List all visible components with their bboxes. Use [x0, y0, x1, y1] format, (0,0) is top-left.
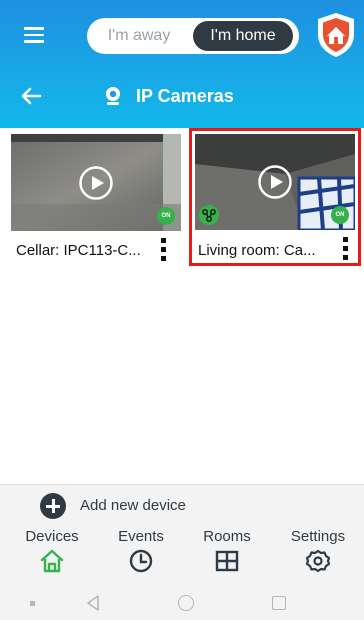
mode-toggle[interactable]: I'm away I'm home	[87, 18, 299, 54]
home-icon	[40, 549, 64, 573]
system-menu-icon[interactable]	[30, 601, 35, 606]
nav-rooms[interactable]: Rooms	[187, 527, 267, 573]
nav-settings[interactable]: Settings	[278, 527, 358, 573]
status-on-badge: ON	[157, 207, 175, 225]
system-home-icon[interactable]	[178, 595, 194, 611]
camera-card-living-room[interactable]: ON Living room: Ca...	[189, 128, 361, 266]
security-shield-icon[interactable]	[316, 12, 356, 58]
mode-home-option[interactable]: I'm home	[193, 21, 293, 51]
play-icon[interactable]	[78, 165, 114, 201]
camera-thumbnail[interactable]: ON	[195, 134, 355, 230]
grid-icon	[215, 550, 239, 572]
page-title: IP Cameras	[136, 86, 234, 106]
plus-icon[interactable]	[40, 493, 66, 519]
menu-icon[interactable]	[24, 27, 44, 43]
gear-icon	[305, 549, 331, 573]
play-icon[interactable]	[257, 164, 293, 200]
system-recents-icon[interactable]	[272, 596, 286, 610]
camera-thumbnail[interactable]: ON	[11, 134, 181, 231]
nav-events-label: Events	[118, 528, 164, 545]
status-on-badge: ON	[331, 206, 349, 224]
camera-card-cellar[interactable]: ON Cellar: IPC113-C...	[11, 134, 181, 266]
linked-automation-icon	[199, 205, 219, 225]
nav-settings-label: Settings	[290, 528, 346, 545]
nav-rooms-label: Rooms	[203, 528, 251, 545]
more-options-icon[interactable]	[161, 238, 167, 264]
nav-devices[interactable]: Devices	[12, 527, 92, 573]
camera-name-label: Living room: Ca...	[198, 242, 316, 259]
system-navigation-bar	[0, 585, 364, 620]
camera-name-label: Cellar: IPC113-C...	[16, 242, 141, 259]
back-arrow-icon[interactable]	[20, 86, 42, 106]
mode-away-option[interactable]: I'm away	[87, 18, 191, 54]
ip-camera-icon	[106, 87, 120, 105]
system-back-icon[interactable]	[86, 595, 100, 611]
nav-devices-label: Devices	[25, 528, 79, 545]
bottom-panel: Add new device Devices Events Rooms Sett…	[0, 484, 364, 620]
add-new-device-label: Add new device	[80, 497, 186, 514]
top-app-bar: I'm away I'm home IP Cameras	[0, 0, 364, 128]
more-options-icon[interactable]	[343, 237, 349, 263]
nav-events[interactable]: Events	[101, 527, 181, 573]
clock-icon	[129, 549, 153, 573]
